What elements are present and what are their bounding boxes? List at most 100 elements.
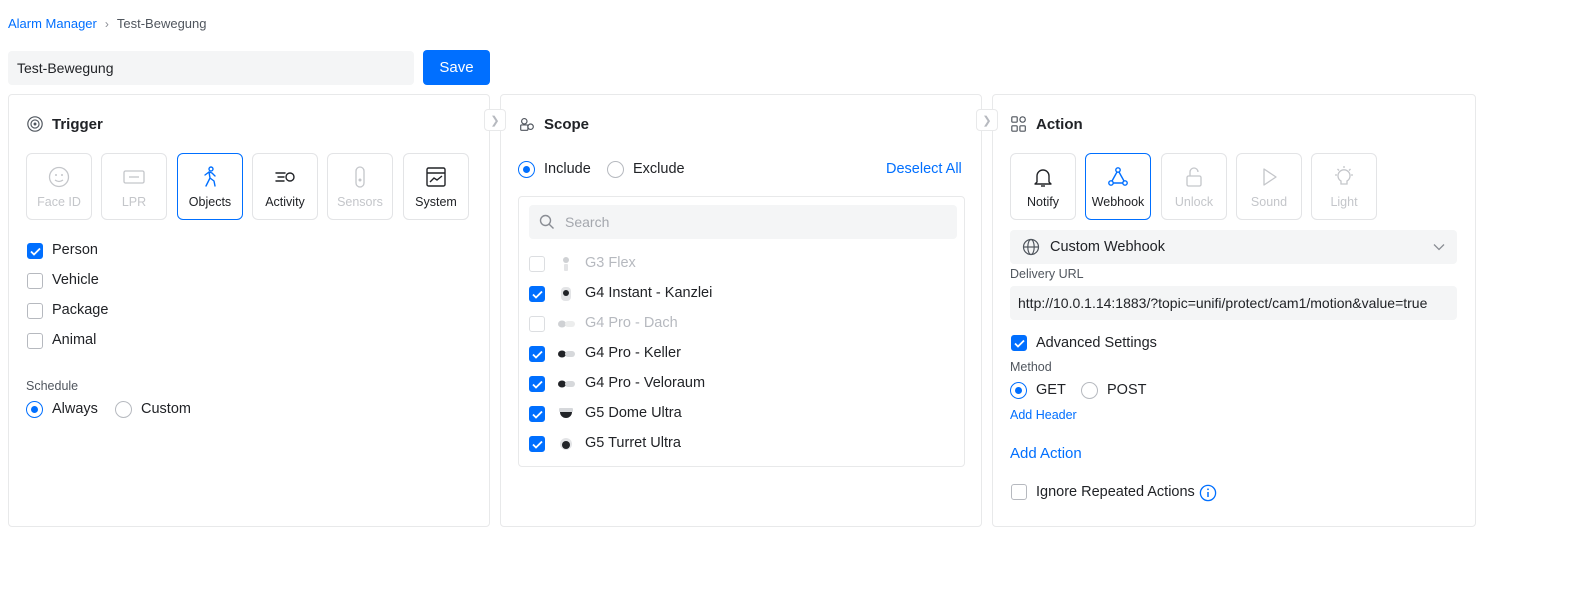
animal-checkbox[interactable]	[27, 333, 43, 349]
breadcrumb-current: Test-Bewegung	[116, 16, 207, 31]
action-type-unlock[interactable]: Unlock	[1161, 153, 1227, 220]
trigger-type-objects[interactable]: Objects	[177, 153, 243, 220]
action-type-label: Sound	[1250, 195, 1288, 209]
schedule-custom-radio[interactable]	[115, 401, 132, 418]
camera-turret-icon	[555, 435, 577, 453]
checkmark-icon	[531, 410, 543, 419]
ignore-repeated-label: Ignore Repeated Actions	[1036, 484, 1195, 500]
trigger-type-face-id[interactable]: Face ID	[26, 153, 92, 220]
scope-title: Scope	[518, 115, 589, 133]
person-label: Person	[52, 242, 98, 258]
camera-name: G4 Pro - Veloraum	[585, 375, 706, 391]
save-button[interactable]: Save	[423, 50, 490, 85]
alarm-name-input[interactable]	[8, 51, 414, 85]
advanced-settings-checkbox[interactable]	[1011, 335, 1027, 351]
webhook-type-select[interactable]: Custom Webhook	[1010, 230, 1457, 264]
webhook-type-value: Custom Webhook	[1050, 239, 1165, 255]
include-label: Include	[544, 161, 591, 177]
camera-checkbox[interactable]	[529, 436, 545, 452]
vehicle-label: Vehicle	[52, 272, 99, 288]
action-panel: Action Notify Webhook Unlock Sound Light…	[992, 94, 1476, 527]
method-get-radio[interactable]	[1010, 382, 1027, 399]
action-type-webhook[interactable]: Webhook	[1085, 153, 1151, 220]
collapse-trigger-button[interactable]: ❯	[484, 109, 506, 131]
camera-checkbox[interactable]	[529, 346, 545, 362]
trigger-type-label: Objects	[188, 195, 232, 209]
face-icon	[46, 164, 72, 190]
camera-instant-icon	[555, 285, 577, 303]
person-checkbox[interactable]	[27, 243, 43, 259]
checkmark-icon	[531, 440, 543, 449]
delivery-url-input[interactable]	[1010, 286, 1457, 320]
trigger-type-label: System	[415, 195, 457, 209]
checkmark-icon	[531, 290, 543, 299]
animal-label: Animal	[52, 332, 97, 348]
trigger-type-label: Sensors	[337, 195, 383, 209]
method-post-label: POST	[1107, 382, 1147, 398]
camera-checkbox[interactable]	[529, 286, 545, 302]
camera-pro-icon	[555, 375, 577, 393]
trigger-type-activity[interactable]: Activity	[252, 153, 318, 220]
camera-dome-icon	[555, 405, 577, 423]
advanced-settings-label: Advanced Settings	[1036, 335, 1157, 351]
schedule-always-radio[interactable]	[26, 401, 43, 418]
globe-icon	[1022, 238, 1040, 256]
camera-name: G3 Flex	[585, 255, 636, 271]
add-action-link[interactable]: Add Action	[1010, 445, 1082, 462]
method-get-label: GET	[1036, 382, 1066, 398]
search-icon	[539, 214, 554, 229]
chevron-right-icon: ›	[104, 16, 109, 31]
info-icon[interactable]	[1199, 484, 1217, 502]
action-type-sound[interactable]: Sound	[1236, 153, 1302, 220]
trigger-type-lpr[interactable]: LPR	[101, 153, 167, 220]
trigger-type-label: LPR	[121, 195, 147, 209]
breadcrumb-alarm-manager-link[interactable]: Alarm Manager	[8, 16, 97, 31]
method-post-radio[interactable]	[1081, 382, 1098, 399]
collapse-scope-button[interactable]: ❯	[976, 109, 998, 131]
camera-flex-icon	[555, 255, 577, 273]
trigger-type-system[interactable]: System	[403, 153, 469, 220]
action-type-light[interactable]: Light	[1311, 153, 1377, 220]
trigger-title: Trigger	[26, 115, 103, 133]
trigger-panel: Trigger Face ID LPR Objects Activity Sen…	[8, 94, 490, 527]
camera-group-icon	[520, 118, 534, 131]
camera-name: G5 Dome Ultra	[585, 405, 682, 421]
trigger-type-label: Activity	[265, 195, 305, 209]
action-type-label: Notify	[1027, 195, 1059, 209]
action-type-notify[interactable]: Notify	[1010, 153, 1076, 220]
chevron-down-icon	[1433, 244, 1445, 251]
trigger-title-text: Trigger	[52, 115, 103, 133]
camera-name: G4 Instant - Kanzlei	[585, 285, 713, 301]
method-label: Method	[1010, 360, 1052, 374]
package-checkbox[interactable]	[27, 303, 43, 319]
checkmark-icon	[531, 380, 543, 389]
trigger-type-sensors[interactable]: Sensors	[327, 153, 393, 220]
play-icon	[1256, 164, 1282, 190]
camera-checkbox[interactable]	[529, 256, 545, 272]
schedule-custom-label: Custom	[141, 401, 191, 417]
add-header-link[interactable]: Add Header	[1010, 408, 1077, 422]
breadcrumb: Alarm Manager › Test-Bewegung	[8, 16, 207, 31]
chevron-right-icon: ❯	[982, 114, 992, 127]
unlock-icon	[1181, 164, 1207, 190]
deselect-all-link[interactable]: Deselect All	[886, 161, 962, 177]
exclude-radio[interactable]	[607, 161, 624, 178]
checkmark-icon	[531, 350, 543, 359]
target-icon	[27, 116, 43, 132]
camera-checkbox[interactable]	[529, 316, 545, 332]
camera-checkbox[interactable]	[529, 376, 545, 392]
camera-name: G5 Turret Ultra	[585, 435, 681, 451]
camera-checkbox[interactable]	[529, 406, 545, 422]
camera-pro-icon	[555, 345, 577, 363]
action-type-label: Webhook	[1091, 195, 1145, 209]
camera-list: Search G3 Flex G4 Instant - Kanzlei G4 P…	[518, 196, 965, 467]
chevron-right-icon: ❯	[490, 114, 500, 127]
activity-motion-icon	[272, 164, 298, 190]
vehicle-checkbox[interactable]	[27, 273, 43, 289]
exclude-label: Exclude	[633, 161, 685, 177]
action-grid-icon	[1011, 116, 1026, 132]
ignore-repeated-checkbox[interactable]	[1011, 484, 1027, 500]
delivery-url-label: Delivery URL	[1010, 267, 1084, 281]
include-radio[interactable]	[518, 161, 535, 178]
camera-search[interactable]: Search	[529, 205, 957, 239]
